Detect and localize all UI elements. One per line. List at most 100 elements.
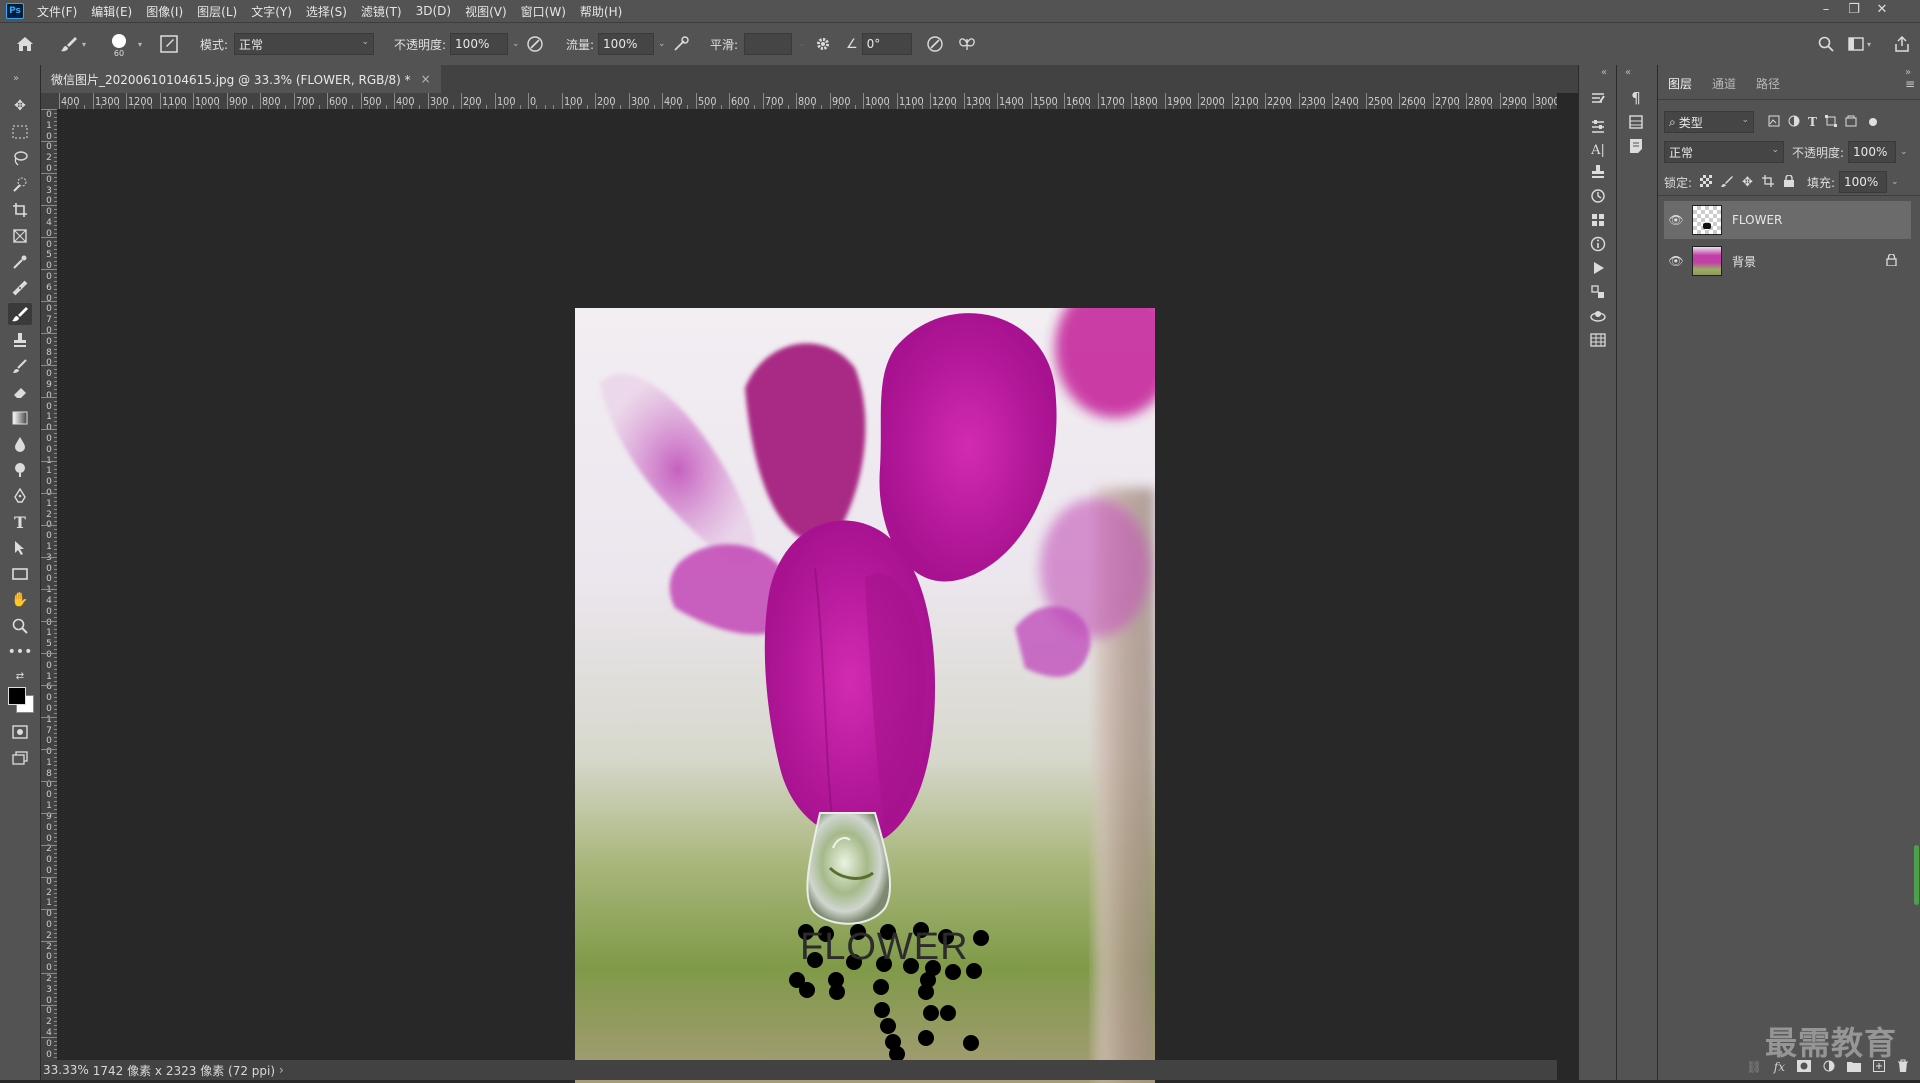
menu-file[interactable]: 文件(F) [30,3,84,20]
type-tool-icon[interactable]: T [8,511,32,533]
flow-input[interactable]: 100% [598,33,655,55]
clone-source-icon[interactable] [1587,161,1609,183]
layer-filter-select[interactable]: ⌕ 类型 ⌄ [1664,111,1754,133]
layer-opacity-input[interactable]: 100% [1848,141,1897,163]
opacity-dropdown-icon[interactable]: ⌄ [512,39,520,49]
pressure-opacity-icon[interactable] [524,33,546,55]
close-tab-icon[interactable]: × [421,72,431,86]
history-brush-tool-icon[interactable] [8,355,32,377]
canvas-area[interactable]: FLOWER [57,109,1557,1083]
tab-layers[interactable]: 图层 [1658,73,1702,95]
document-image[interactable]: FLOWER [575,308,1155,1083]
zoom-tool-icon[interactable] [8,615,32,637]
smoothing-input[interactable] [744,33,793,55]
layer-row-background[interactable]: 👁 背景 [1664,242,1911,280]
color-swatches[interactable] [6,685,34,713]
layer-opacity-dropdown-icon[interactable]: ⌄ [1900,147,1908,157]
notes-icon[interactable] [1625,135,1647,157]
lock-artboard-icon[interactable] [1761,174,1774,190]
brush-panel-toggle-icon[interactable] [158,33,180,55]
menu-type[interactable]: 文字(Y) [244,3,299,20]
flower-text-layer[interactable]: FLOWER [800,926,969,969]
mode-select[interactable]: 正常 ⌄ [234,33,375,55]
quick-selection-tool-icon[interactable] [8,173,32,195]
quick-mask-icon[interactable] [8,721,32,743]
path-selection-tool-icon[interactable] [8,537,32,559]
menu-image[interactable]: 图像(I) [139,3,190,20]
swatches-icon[interactable] [1587,209,1609,231]
layer-name-background[interactable]: 背景 [1732,253,1756,270]
swap-colors-icon[interactable]: ⇄ [8,665,32,687]
search-icon[interactable] [1815,33,1837,55]
filter-type-icon[interactable]: T [1808,115,1817,130]
3d-icon[interactable] [1587,305,1609,327]
pen-tool-icon[interactable] [8,485,32,507]
fill-dropdown-icon[interactable]: ⌄ [1891,177,1899,187]
filter-smart-object-icon[interactable] [1845,115,1857,130]
tab-paths[interactable]: 路径 [1746,73,1790,95]
smoothing-dropdown-icon[interactable]: ⌄ [798,39,806,49]
expand-toolbar-icon[interactable]: » [4,67,28,89]
opacity-input[interactable]: 100% [450,33,509,55]
info-icon[interactable] [1587,233,1609,255]
adjustments-icon[interactable] [1587,115,1609,137]
vertical-ruler[interactable]: 0100200300400500600700800900100011001200… [41,109,58,1060]
menu-filter[interactable]: 滤镜(T) [354,3,409,20]
clone-stamp-tool-icon[interactable] [8,329,32,351]
ruler-origin[interactable] [41,93,58,110]
healing-brush-tool-icon[interactable] [8,277,32,299]
lock-transparent-icon[interactable] [1700,174,1713,190]
brush-settings-icon[interactable] [1587,87,1609,109]
paragraph-icon[interactable]: ¶ [1625,87,1647,109]
menu-3d[interactable]: 3D(D) [409,4,458,18]
home-icon[interactable] [14,33,36,55]
settings-gear-icon[interactable] [812,33,834,55]
brush-size-preview-icon[interactable] [112,34,126,48]
foreground-color-swatch[interactable] [8,687,26,705]
marquee-tool-icon[interactable] [8,121,32,143]
filter-pixel-icon[interactable] [1768,115,1780,130]
airbrush-icon[interactable] [670,33,692,55]
character-icon[interactable]: A| [1587,139,1609,161]
close-window-icon[interactable]: ✕ [1868,0,1896,22]
restore-icon[interactable]: ❐ [1840,0,1868,22]
pressure-size-icon[interactable] [924,33,946,55]
more-tools-icon[interactable]: ••• [8,641,33,663]
document-tab[interactable]: 微信图片_20200610104615.jpg @ 33.3% (FLOWER,… [41,65,441,93]
filter-toggle-icon[interactable] [1868,118,1877,126]
symmetry-butterfly-icon[interactable] [956,33,978,55]
eraser-tool-icon[interactable] [8,381,32,403]
crop-tool-icon[interactable] [8,199,32,221]
blend-mode-select[interactable]: 正常 ⌄ [1664,141,1784,163]
layer-lock-icon[interactable] [1886,253,1897,269]
table-grid-icon[interactable] [1587,329,1609,351]
workspace-icon[interactable] [1845,33,1867,55]
scrollbar[interactable] [1914,845,1919,905]
share-icon[interactable] [1891,33,1913,55]
filter-adjustment-icon[interactable] [1788,115,1800,130]
filter-shape-icon[interactable] [1824,114,1837,130]
actions-play-icon[interactable] [1587,257,1609,279]
collapse-dock-b-icon[interactable]: « [1625,67,1631,78]
menu-select[interactable]: 选择(S) [299,3,354,20]
dodge-tool-icon[interactable] [8,459,32,481]
rectangle-tool-icon[interactable] [8,563,32,585]
menu-help[interactable]: 帮助(H) [573,3,629,20]
collapse-dock-icon[interactable]: « [1601,67,1607,78]
horizontal-ruler[interactable]: 400 1300 1200 1100 1000 900 800 700 600 500 400 300… [57,93,1557,110]
move-tool-icon[interactable]: ✥ [8,95,32,117]
menu-window[interactable]: 窗口(W) [514,3,573,20]
lock-all-icon[interactable] [1783,173,1795,190]
layer-comps-icon[interactable] [1625,111,1647,133]
minimize-icon[interactable]: – [1812,0,1840,22]
screen-mode-icon[interactable] [8,747,32,769]
lock-position-icon[interactable]: ✥ [1742,175,1753,190]
menu-layer[interactable]: 图层(L) [190,3,244,20]
eye-visibility-icon[interactable]: 👁 [1664,213,1688,227]
eye-visibility-icon[interactable]: 👁 [1664,254,1688,268]
panel-menu-icon[interactable]: ≡ [1905,77,1915,91]
tab-channels[interactable]: 通道 [1702,73,1746,95]
menu-view[interactable]: 视图(V) [458,3,514,20]
layer-name-flower[interactable]: FLOWER [1732,213,1782,227]
history-icon[interactable] [1587,185,1609,207]
